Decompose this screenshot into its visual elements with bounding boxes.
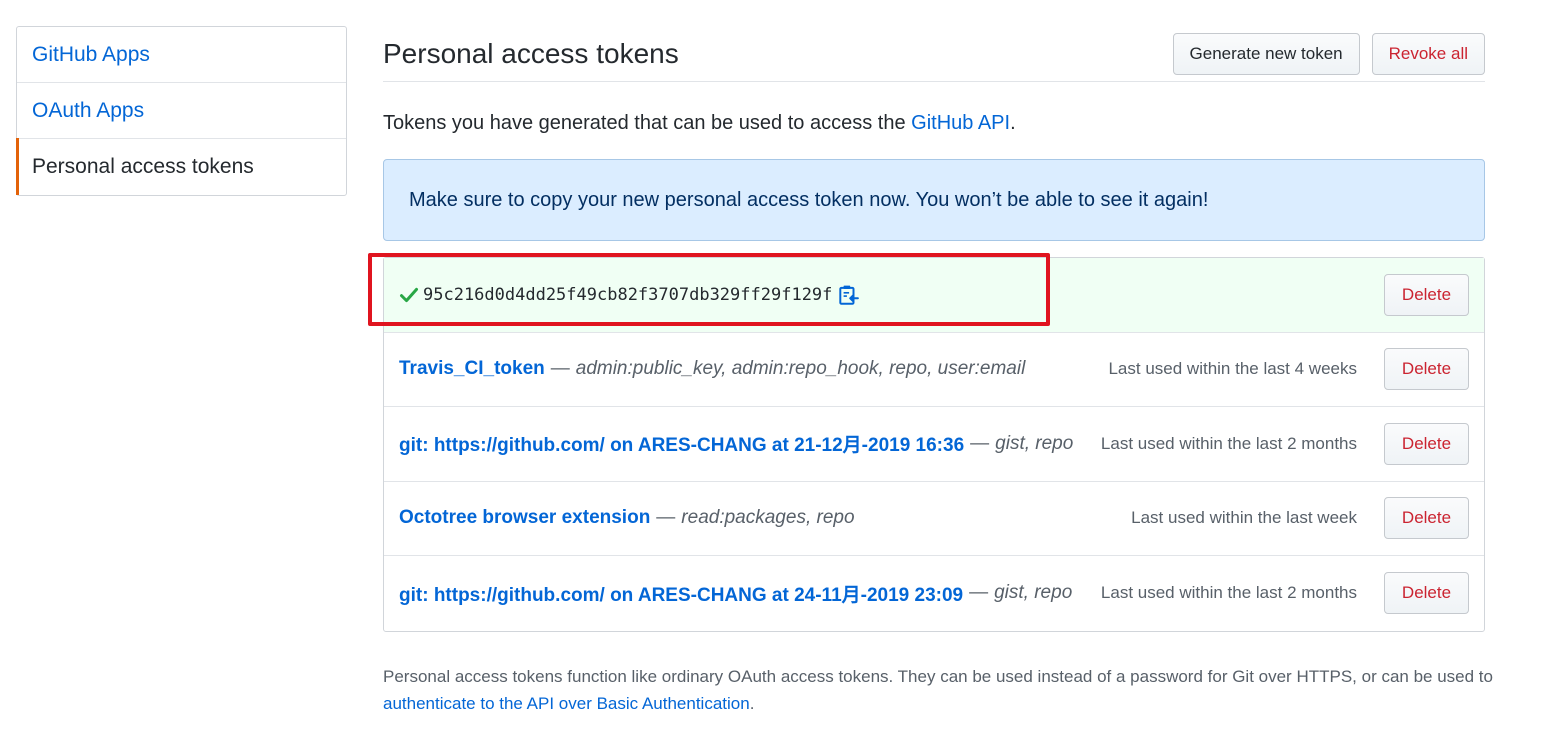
- delete-token-button[interactable]: Delete: [1384, 497, 1469, 540]
- scope-separator: —: [969, 582, 989, 604]
- token-scopes: gist, repo: [994, 582, 1073, 604]
- sidebar-item-oauth-apps[interactable]: OAuth Apps: [17, 83, 346, 139]
- token-info: git: https://github.com/ on ARES-CHANG a…: [399, 580, 1101, 607]
- token-info: git: https://github.com/ on ARES-CHANG a…: [399, 430, 1101, 457]
- token-name-link[interactable]: Travis_CI_token: [399, 358, 545, 380]
- token-last-used: Last used within the last week: [1131, 508, 1357, 528]
- new-token-value[interactable]: 95c216d0d4dd25f49cb82f3707db329ff29f129f: [423, 285, 832, 305]
- scope-separator: —: [550, 358, 570, 380]
- generate-new-token-button[interactable]: Generate new token: [1172, 32, 1360, 75]
- new-token-value-group: 95c216d0d4dd25f49cb82f3707db329ff29f129f: [399, 284, 1384, 306]
- token-info: Octotree browser extension — read:packag…: [399, 507, 1131, 529]
- main-content: Personal access tokens Generate new toke…: [383, 26, 1485, 632]
- token-row: git: https://github.com/ on ARES-CHANG a…: [384, 407, 1484, 482]
- token-last-used: Last used within the last 2 months: [1100, 583, 1357, 603]
- delete-new-token-button[interactable]: Delete: [1384, 273, 1469, 316]
- token-name-link[interactable]: Octotree browser extension: [399, 507, 650, 529]
- token-row: git: https://github.com/ on ARES-CHANG a…: [384, 556, 1484, 631]
- token-info: Travis_CI_token — admin:public_key, admi…: [399, 358, 1108, 380]
- copy-token-notice: Make sure to copy your new personal acce…: [383, 159, 1485, 241]
- sidebar-item-personal-access-tokens[interactable]: Personal access tokens: [16, 138, 346, 195]
- basic-auth-link[interactable]: authenticate to the API over Basic Authe…: [383, 694, 750, 713]
- delete-token-button[interactable]: Delete: [1384, 572, 1469, 615]
- scope-separator: —: [656, 507, 676, 529]
- page-title: Personal access tokens: [383, 37, 679, 69]
- token-scopes: admin:public_key, admin:repo_hook, repo,…: [575, 358, 1026, 380]
- token-last-used: Last used within the last 2 months: [1100, 433, 1357, 453]
- github-api-link[interactable]: GitHub API: [911, 112, 1010, 134]
- token-list: 95c216d0d4dd25f49cb82f3707db329ff29f129f…: [383, 257, 1485, 632]
- header-actions: Generate new token Revoke all: [1172, 32, 1485, 75]
- token-last-used: Last used within the last 4 weeks: [1108, 359, 1357, 379]
- token-scopes: gist, repo: [995, 432, 1074, 454]
- token-name-link[interactable]: git: https://github.com/ on ARES-CHANG a…: [399, 430, 964, 457]
- token-name-link[interactable]: git: https://github.com/ on ARES-CHANG a…: [399, 580, 963, 607]
- sidebar-item-github-apps[interactable]: GitHub Apps: [17, 27, 346, 83]
- footnote-text: Personal access tokens function like ord…: [383, 667, 1493, 686]
- intro-suffix: .: [1010, 112, 1016, 134]
- intro-text: Tokens you have generated that can be us…: [383, 112, 1485, 135]
- new-token-row: 95c216d0d4dd25f49cb82f3707db329ff29f129f…: [384, 258, 1484, 333]
- delete-token-button[interactable]: Delete: [1384, 422, 1469, 465]
- token-row: Octotree browser extension — read:packag…: [384, 482, 1484, 556]
- intro-prefix: Tokens you have generated that can be us…: [383, 112, 912, 134]
- token-row: Travis_CI_token — admin:public_key, admi…: [384, 333, 1484, 407]
- delete-token-button[interactable]: Delete: [1384, 348, 1469, 391]
- flash-message: Make sure to copy your new personal acce…: [409, 188, 1209, 211]
- token-scopes: read:packages, repo: [681, 507, 855, 529]
- check-icon: [400, 287, 418, 302]
- settings-sidebar: GitHub Apps OAuth Apps Personal access t…: [16, 26, 347, 196]
- page-header: Personal access tokens Generate new toke…: [383, 26, 1485, 82]
- footnote: Personal access tokens function like ord…: [383, 663, 1493, 717]
- footnote-suffix: .: [749, 694, 755, 713]
- revoke-all-button[interactable]: Revoke all: [1371, 32, 1485, 75]
- clippy-icon[interactable]: [837, 284, 860, 306]
- scope-separator: —: [970, 432, 990, 454]
